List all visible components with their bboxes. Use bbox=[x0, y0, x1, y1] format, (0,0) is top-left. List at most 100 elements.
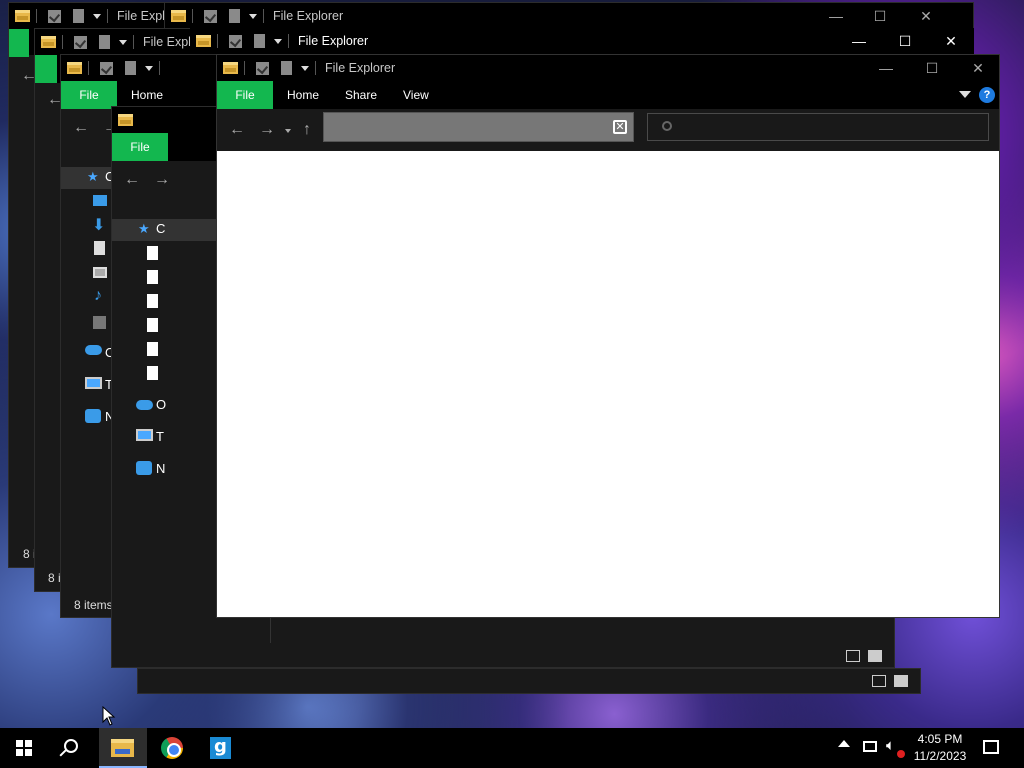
chevron-down-icon[interactable] bbox=[93, 13, 101, 19]
file-icon[interactable] bbox=[147, 318, 158, 332]
explorer-window-active[interactable]: File Explorer — ☐ ✕ File Home Share View… bbox=[216, 54, 1000, 618]
explorer-window-5[interactable] bbox=[137, 668, 921, 694]
large-icons-view-icon[interactable] bbox=[894, 675, 908, 687]
close-button[interactable]: ✕ bbox=[903, 3, 949, 29]
details-view-icon[interactable] bbox=[872, 675, 886, 687]
file-tab[interactable]: File bbox=[112, 133, 168, 161]
tab-view[interactable]: View bbox=[403, 81, 429, 109]
desktop-icon[interactable] bbox=[93, 195, 107, 206]
file-tab[interactable] bbox=[9, 29, 29, 57]
sidebar-item-network[interactable]: N bbox=[156, 461, 165, 476]
chevron-down-icon[interactable] bbox=[119, 39, 127, 45]
network-icon[interactable] bbox=[85, 409, 101, 423]
separator bbox=[107, 9, 108, 23]
action-center-icon[interactable] bbox=[983, 740, 999, 754]
file-icon[interactable] bbox=[147, 342, 158, 356]
file-icon[interactable] bbox=[147, 270, 158, 284]
volume-muted-icon[interactable]: 🔈︎ bbox=[886, 737, 895, 768]
file-icon[interactable] bbox=[147, 294, 158, 308]
chevron-down-icon[interactable] bbox=[145, 65, 153, 71]
pictures-icon[interactable] bbox=[93, 267, 107, 278]
title-bar[interactable]: File Explorer — ☐ ✕ bbox=[165, 3, 973, 29]
minimize-button[interactable]: — bbox=[836, 28, 882, 54]
help-icon[interactable]: ? bbox=[979, 87, 995, 103]
forward-arrow-icon[interactable]: → bbox=[259, 121, 275, 139]
clock-date: 11/2/2023 bbox=[913, 749, 967, 763]
back-arrow-icon[interactable]: ← bbox=[229, 121, 245, 139]
new-folder-icon[interactable] bbox=[281, 61, 292, 75]
g-app-icon: g bbox=[210, 737, 231, 759]
clear-address-icon[interactable]: ✕ bbox=[613, 120, 627, 134]
show-hidden-icons-chevron-icon[interactable] bbox=[838, 740, 850, 747]
network-status-icon[interactable] bbox=[863, 741, 877, 752]
this-pc-icon[interactable] bbox=[136, 429, 153, 441]
properties-icon[interactable] bbox=[204, 9, 217, 23]
file-explorer-icon bbox=[111, 739, 134, 757]
chevron-down-icon[interactable] bbox=[301, 65, 309, 71]
sidebar-item-quick-access[interactable]: C bbox=[156, 221, 165, 236]
music-icon[interactable]: ♪ bbox=[94, 287, 102, 305]
properties-icon[interactable] bbox=[256, 61, 269, 75]
new-folder-icon[interactable] bbox=[229, 9, 240, 23]
properties-icon[interactable] bbox=[74, 35, 87, 49]
content-pane[interactable] bbox=[217, 151, 999, 617]
properties-icon[interactable] bbox=[229, 34, 242, 48]
close-button[interactable]: ✕ bbox=[955, 55, 1001, 81]
large-icons-view-icon[interactable] bbox=[868, 650, 882, 662]
properties-icon[interactable] bbox=[48, 9, 61, 23]
maximize-button[interactable]: ☐ bbox=[909, 55, 955, 81]
separator bbox=[244, 61, 245, 75]
details-view-icon[interactable] bbox=[846, 650, 860, 662]
start-button[interactable] bbox=[0, 728, 48, 768]
maximize-button[interactable]: ☐ bbox=[882, 28, 928, 54]
new-folder-icon[interactable] bbox=[73, 9, 84, 23]
new-folder-icon[interactable] bbox=[125, 61, 136, 75]
title-bar[interactable]: File Explorer — ☐ ✕ bbox=[217, 55, 999, 81]
clock[interactable]: 4:05 PM 11/2/2023 bbox=[912, 731, 968, 765]
search-input[interactable] bbox=[647, 113, 989, 141]
documents-icon[interactable] bbox=[94, 241, 105, 255]
tab-home[interactable]: Home bbox=[131, 81, 163, 109]
up-arrow-icon[interactable]: ↑ bbox=[303, 121, 311, 139]
file-tab[interactable]: File bbox=[61, 81, 117, 109]
this-pc-icon[interactable] bbox=[85, 377, 102, 389]
separator bbox=[133, 35, 134, 49]
search-button[interactable] bbox=[48, 728, 96, 768]
minimize-button[interactable]: — bbox=[813, 3, 859, 29]
quick-access-toolbar bbox=[41, 34, 134, 50]
minimize-button[interactable]: — bbox=[863, 55, 909, 81]
tab-home[interactable]: Home bbox=[287, 81, 319, 109]
network-icon[interactable] bbox=[136, 461, 152, 475]
properties-icon[interactable] bbox=[100, 61, 113, 75]
title-bar[interactable]: File Explorer — ☐ ✕ bbox=[190, 28, 974, 54]
muted-badge-icon bbox=[897, 750, 905, 758]
sidebar-item-this-pc[interactable]: T bbox=[156, 429, 164, 444]
folder-icon bbox=[15, 10, 30, 22]
maximize-button[interactable]: ☐ bbox=[857, 3, 903, 29]
close-button[interactable]: ✕ bbox=[928, 28, 974, 54]
forward-arrow-icon[interactable]: → bbox=[154, 171, 170, 189]
file-tab[interactable] bbox=[35, 55, 57, 83]
chevron-down-icon[interactable] bbox=[959, 91, 971, 98]
tab-share[interactable]: Share bbox=[345, 81, 377, 109]
file-icon[interactable] bbox=[147, 246, 158, 260]
address-bar[interactable]: ✕ bbox=[323, 112, 634, 142]
file-icon[interactable] bbox=[147, 366, 158, 380]
onedrive-icon[interactable] bbox=[136, 400, 153, 410]
sidebar-item-onedrive[interactable]: O bbox=[156, 397, 166, 412]
separator bbox=[36, 9, 37, 23]
new-folder-icon[interactable] bbox=[254, 34, 265, 48]
file-tab[interactable]: File bbox=[217, 81, 273, 109]
chevron-down-icon[interactable] bbox=[249, 13, 257, 19]
onedrive-icon[interactable] bbox=[85, 345, 102, 355]
new-folder-icon[interactable] bbox=[99, 35, 110, 49]
downloads-icon[interactable]: ⬇ bbox=[92, 215, 105, 235]
videos-icon[interactable] bbox=[93, 316, 106, 329]
quick-access-toolbar bbox=[171, 8, 264, 24]
back-arrow-icon[interactable]: ← bbox=[73, 119, 89, 137]
chevron-down-icon[interactable] bbox=[274, 38, 282, 44]
recent-locations-icon[interactable] bbox=[285, 129, 291, 133]
clock-time: 4:05 PM bbox=[917, 732, 963, 746]
back-arrow-icon[interactable]: ← bbox=[124, 171, 140, 189]
taskbar-file-explorer[interactable] bbox=[99, 728, 147, 768]
